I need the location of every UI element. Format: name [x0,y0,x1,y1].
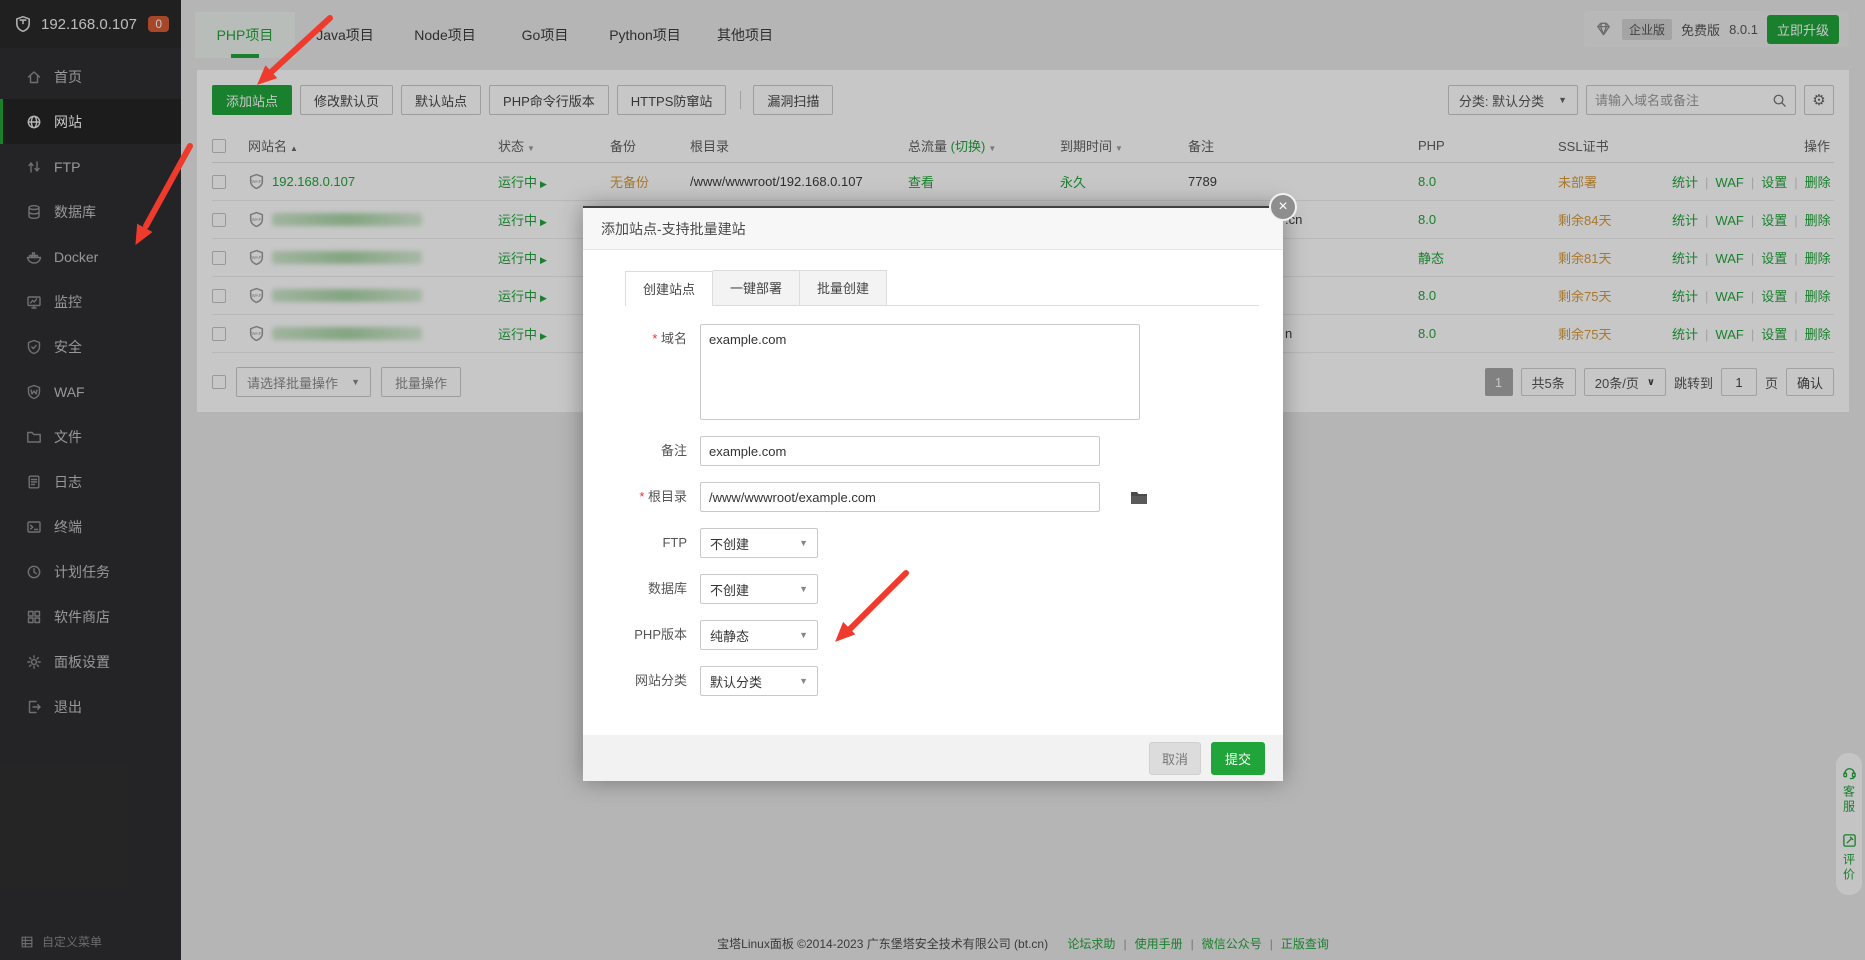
modal-tab-create[interactable]: 创建站点 [625,271,713,306]
root-dir-label: 根目录 [583,482,700,512]
chevron-down-icon: ▼ [799,538,808,548]
domain-label: 域名 [583,324,700,420]
ftp-select[interactable]: 不创建 ▼ [700,528,818,558]
note-label: 备注 [583,436,700,466]
root-dir-input[interactable] [700,482,1100,512]
modal-footer: 取消 提交 [583,735,1283,781]
create-site-form: 域名 example.com 备注 根目录 FTP 不创建 ▼ 数据库 不创建 [583,306,1283,696]
modal-title: 添加站点-支持批量建站 [601,219,746,239]
submit-button[interactable]: 提交 [1211,742,1265,775]
modal-tabs: 创建站点 一键部署 批量创建 [625,270,1259,306]
database-select[interactable]: 不创建 ▼ [700,574,818,604]
chevron-down-icon: ▼ [799,676,808,686]
modal-header: 添加站点-支持批量建站 [583,208,1283,250]
chevron-down-icon: ▼ [799,630,808,640]
php-version-select[interactable]: 纯静态 ▼ [700,620,818,650]
domain-textarea[interactable]: example.com [700,324,1140,420]
modal-close-icon[interactable]: × [1269,193,1297,221]
folder-picker-icon[interactable] [1130,490,1148,505]
site-category-label: 网站分类 [583,666,700,696]
site-category-select[interactable]: 默认分类 ▼ [700,666,818,696]
cancel-button[interactable]: 取消 [1149,742,1201,775]
modal-tab-batch[interactable]: 批量创建 [800,270,887,305]
database-label: 数据库 [583,574,700,604]
ftp-label: FTP [583,528,700,558]
add-site-modal: 添加站点-支持批量建站 × 创建站点 一键部署 批量创建 域名 example.… [583,206,1283,781]
php-version-label: PHP版本 [583,620,700,650]
modal-tab-deploy[interactable]: 一键部署 [713,270,800,305]
chevron-down-icon: ▼ [799,584,808,594]
note-input[interactable] [700,436,1100,466]
